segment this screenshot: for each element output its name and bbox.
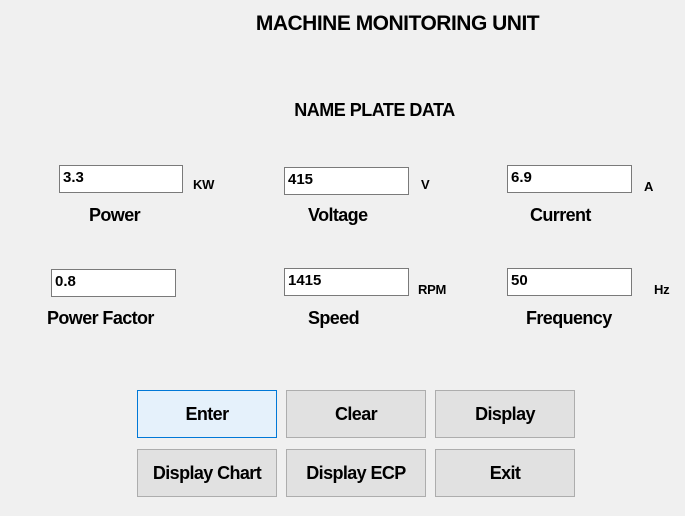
voltage-unit-label: V (421, 177, 430, 192)
power-factor-label: Power Factor (47, 308, 154, 328)
speed-input[interactable]: 1415 (284, 268, 409, 296)
display-chart-button[interactable]: Display Chart (137, 449, 277, 497)
power-label: Power (89, 205, 141, 225)
voltage-label: Voltage (308, 205, 368, 225)
current-unit-label: A (644, 179, 654, 194)
page-title: MACHINE MONITORING UNIT (255, 12, 540, 35)
section-title: NAME PLATE DATA (294, 100, 455, 120)
frequency-label: Frequency (526, 308, 612, 328)
display-ecp-button[interactable]: Display ECP (286, 449, 426, 497)
power-factor-input[interactable]: 0.8 (51, 269, 176, 297)
exit-button[interactable]: Exit (435, 449, 575, 497)
speed-label: Speed (308, 308, 360, 328)
power-input[interactable]: 3.3 (59, 165, 183, 193)
frequency-input[interactable]: 50 (507, 268, 632, 296)
enter-button[interactable]: Enter (137, 390, 277, 438)
speed-unit-label: RPM (418, 282, 446, 297)
current-input[interactable]: 6.9 (507, 165, 632, 193)
frequency-unit-label: Hz (654, 282, 670, 297)
voltage-input[interactable]: 415 (284, 167, 409, 195)
current-label: Current (530, 205, 591, 225)
power-unit-label: KW (193, 177, 215, 192)
clear-button[interactable]: Clear (286, 390, 426, 438)
display-button[interactable]: Display (435, 390, 575, 438)
